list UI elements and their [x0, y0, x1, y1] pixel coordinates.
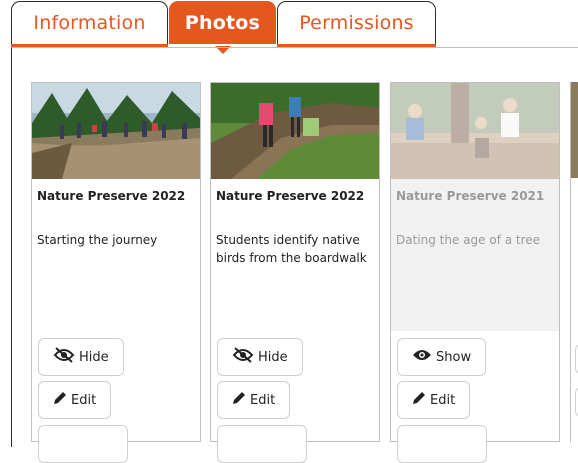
photo-title: Nature Preserve 2022 [216, 189, 365, 203]
edit-button-label: Edit [71, 392, 97, 408]
eye-icon [412, 348, 436, 366]
photo-thumbnail[interactable] [391, 83, 559, 179]
show-button-label: Show [436, 349, 472, 365]
hide-button[interactable]: Hide [38, 338, 124, 376]
photo-thumbnail[interactable] [571, 82, 578, 178]
photo-card: Nature Preserve 2022 Students identify n… [210, 82, 380, 463]
tab-photos-label: Photos [184, 12, 261, 34]
photo-caption: Starting the journey [37, 233, 158, 247]
edit-button-label: Edit [430, 392, 456, 408]
tab-bar: Information Photos Permissions [0, 0, 578, 54]
tab-information[interactable]: Information [11, 1, 168, 48]
photo-title: Nature Preserve 2022 [37, 189, 186, 203]
pencil-icon [53, 391, 71, 409]
show-button[interactable]: Show [397, 338, 487, 376]
photo-card-partial [570, 82, 578, 442]
more-button[interactable] [38, 425, 128, 463]
edit-button[interactable]: Edit [217, 381, 291, 419]
tab-information-label: Information [33, 12, 146, 34]
hide-button-label: Hide [258, 349, 288, 365]
tab-permissions[interactable]: Permissions [277, 1, 436, 48]
photo-title: Nature Preserve 2021 [396, 189, 545, 203]
eye-slash-icon [53, 347, 79, 367]
more-button[interactable] [217, 425, 307, 463]
edit-button[interactable]: Edit [38, 381, 112, 419]
pencil-icon [232, 391, 250, 409]
more-button[interactable] [397, 425, 487, 463]
photo-card: Nature Preserve 2022 Starting the journe… [31, 82, 201, 463]
photo-card: Nature Preserve 2021 Dating the age of a… [390, 82, 560, 463]
hide-button-label: Hide [79, 349, 109, 365]
photo-thumbnail[interactable] [211, 83, 379, 179]
edit-button[interactable]: Edit [397, 381, 471, 419]
eye-slash-icon [232, 347, 258, 367]
tab-photos[interactable]: Photos [169, 1, 276, 54]
pencil-icon [412, 391, 430, 409]
edit-button-label: Edit [250, 392, 276, 408]
photo-thumbnail[interactable] [32, 83, 200, 179]
hide-button[interactable]: Hide [217, 338, 303, 376]
photo-caption: Dating the age of a tree [396, 233, 541, 247]
tab-permissions-label: Permissions [299, 12, 414, 34]
photo-caption: Students identify native birds from the … [216, 233, 367, 265]
